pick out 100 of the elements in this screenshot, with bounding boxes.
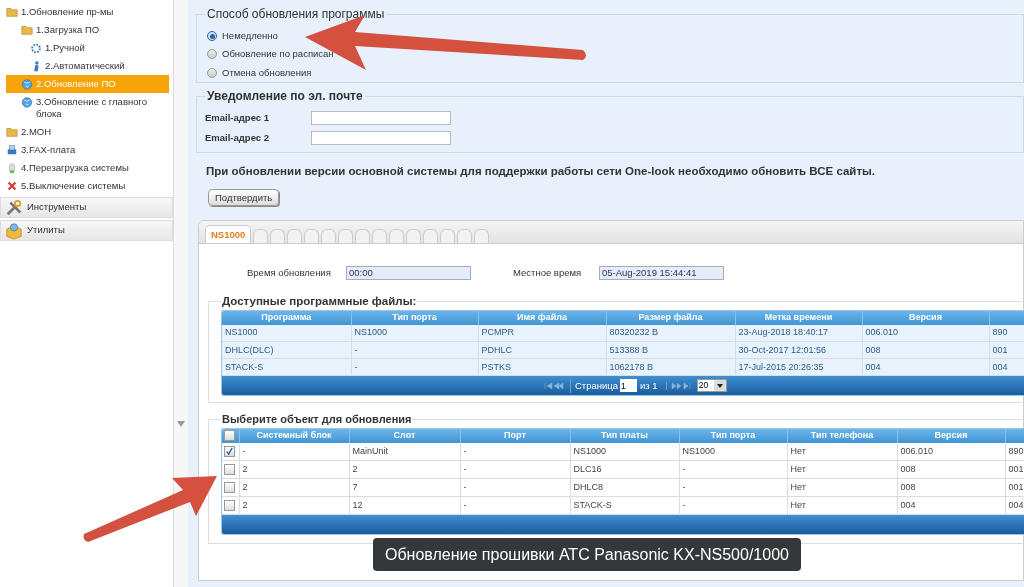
column-header: Версия — [862, 310, 989, 325]
pager-label: Страница — [570, 378, 619, 393]
radio-button[interactable] — [207, 31, 217, 42]
table-cell: 006.010 — [897, 442, 1005, 461]
table-cell: 2 — [349, 460, 460, 479]
table-cell: 30-Oct-2017 12:01:56 — [735, 341, 862, 359]
tree-item[interactable]: 2.МОН — [0, 123, 169, 141]
section-title: Способ обновления программы — [206, 6, 386, 23]
table-cell: - — [460, 496, 570, 515]
table-cell: 004 — [897, 496, 1005, 515]
notice-text: При обновлении версии основной системы для поддержки работы сети One-look необходимо обновить ВСЕ сайты. — [206, 164, 877, 179]
table-cell: 008 — [897, 460, 1005, 479]
table-cell: - — [679, 460, 787, 479]
table-cell: NS1000 — [570, 442, 679, 461]
confirm-button[interactable]: Подтвердить — [208, 189, 280, 207]
tools-icon — [5, 198, 23, 217]
folder-icon — [6, 6, 18, 18]
page-field[interactable]: 1 — [620, 379, 638, 393]
table-cell: Нет — [787, 442, 897, 461]
row-checkbox[interactable] — [224, 482, 235, 494]
table-cell: 513388 B — [606, 341, 735, 359]
pager-label: из 1 — [640, 378, 658, 393]
table-cell: DLC16 — [570, 460, 679, 479]
table-cell: Нет — [787, 460, 897, 479]
table-cell: PSTKS — [478, 358, 606, 376]
column-header: Тип порта — [351, 310, 478, 325]
caret-icon[interactable] — [713, 380, 726, 392]
table-cell: - — [351, 358, 478, 376]
table-cell: 2 — [239, 496, 349, 515]
box-icon — [5, 221, 23, 240]
row-checkbox[interactable] — [224, 500, 235, 512]
globe-icon — [21, 96, 33, 108]
radio-label[interactable]: Обновление по расписан — [222, 47, 334, 62]
table-cell: - — [679, 478, 787, 497]
table-cell: MainUnit — [349, 442, 460, 461]
scroll-down-icon[interactable] — [177, 421, 185, 427]
first-page-icon[interactable] — [544, 381, 564, 390]
column-header: Слот — [349, 428, 460, 443]
tree-item[interactable]: 1.Загрузка ПО — [6, 21, 169, 39]
column-header: Системный блок — [239, 428, 349, 443]
column-header: Имя файла — [478, 310, 606, 325]
table-cell: 008 — [897, 478, 1005, 497]
table-cell: - — [351, 341, 478, 359]
table-cell: 890 — [989, 324, 1024, 342]
table-cell: 17-Jul-2015 20:26:35 — [735, 358, 862, 376]
table-cell: 1062178 B — [606, 358, 735, 376]
tree-item[interactable]: 4.Перезагрузка системы — [0, 159, 169, 177]
column-header: Версия — [897, 428, 1005, 443]
tree-item[interactable]: 1.Обновление пр-мы — [0, 3, 169, 21]
column-header: Тип телефона — [787, 428, 897, 443]
table-cell: 12 — [349, 496, 460, 515]
field-label: Местное время — [513, 266, 583, 281]
table-cell: 890 — [1005, 442, 1024, 461]
lamp-icon — [6, 162, 18, 174]
table-cell: DHLC8 — [570, 478, 679, 497]
table-cell: DHLC(DLC) — [222, 341, 351, 359]
table-cell: STACK-S — [222, 358, 351, 376]
column-header: Программа — [222, 310, 351, 325]
email-field[interactable] — [311, 111, 451, 126]
radio-label[interactable]: Немедленно — [222, 29, 278, 44]
tree-item[interactable]: 3.FAX-плата — [0, 141, 169, 159]
table-cell: - — [460, 442, 570, 461]
column-header: Тип порта — [679, 428, 787, 443]
tree-item[interactable]: 3.Обновление с главного блока — [6, 93, 169, 123]
column-header: Размер файла — [606, 310, 735, 325]
column-header: Порт — [460, 428, 570, 443]
sidebar-section-button[interactable]: Инструменты — [0, 197, 173, 218]
row-checkbox[interactable] — [224, 446, 235, 457]
local-time-field[interactable]: 05-Aug-2019 15:44:41 — [599, 266, 724, 281]
tree-item[interactable]: 5.Выключение системы — [0, 177, 169, 195]
table-cell: - — [679, 496, 787, 515]
select-all-checkbox[interactable] — [224, 430, 235, 442]
tree-item[interactable]: 1.Ручной — [6, 39, 169, 57]
table-cell: 001 — [1005, 478, 1024, 497]
table-cell: NS1000 — [679, 442, 787, 461]
radio-label[interactable]: Отмена обновления — [222, 65, 312, 80]
section-title: Доступные программные файлы: — [221, 293, 418, 309]
table-cell: 001 — [1005, 460, 1024, 479]
page-size-dropdown[interactable]: 20 — [696, 379, 727, 393]
radio-button[interactable] — [207, 49, 217, 60]
table-cell: Нет — [787, 496, 897, 515]
email-field[interactable] — [311, 131, 451, 146]
next-page-icon[interactable] — [665, 381, 691, 390]
table-cell: STACK-S — [570, 496, 679, 515]
table-cell: 7 — [349, 478, 460, 497]
sidebar-section-button[interactable]: Утилиты — [0, 220, 173, 241]
tree-item[interactable]: 2.Автоматический — [6, 57, 169, 75]
table-cell: 001 — [989, 341, 1024, 359]
table-cell: PCMPR — [478, 324, 606, 342]
column-header: Метка времени — [735, 310, 862, 325]
update-time-field[interactable]: 00:00 — [346, 266, 471, 281]
folder-icon — [21, 24, 33, 36]
close-icon — [6, 180, 18, 192]
field-label: Email-адрес 1 — [205, 111, 270, 125]
row-checkbox[interactable] — [224, 464, 235, 476]
globe-icon — [21, 78, 33, 90]
radio-button[interactable] — [207, 67, 217, 78]
table-cell: - — [460, 478, 570, 497]
table-cell: 004 — [989, 358, 1024, 376]
table-cell: - — [460, 460, 570, 479]
